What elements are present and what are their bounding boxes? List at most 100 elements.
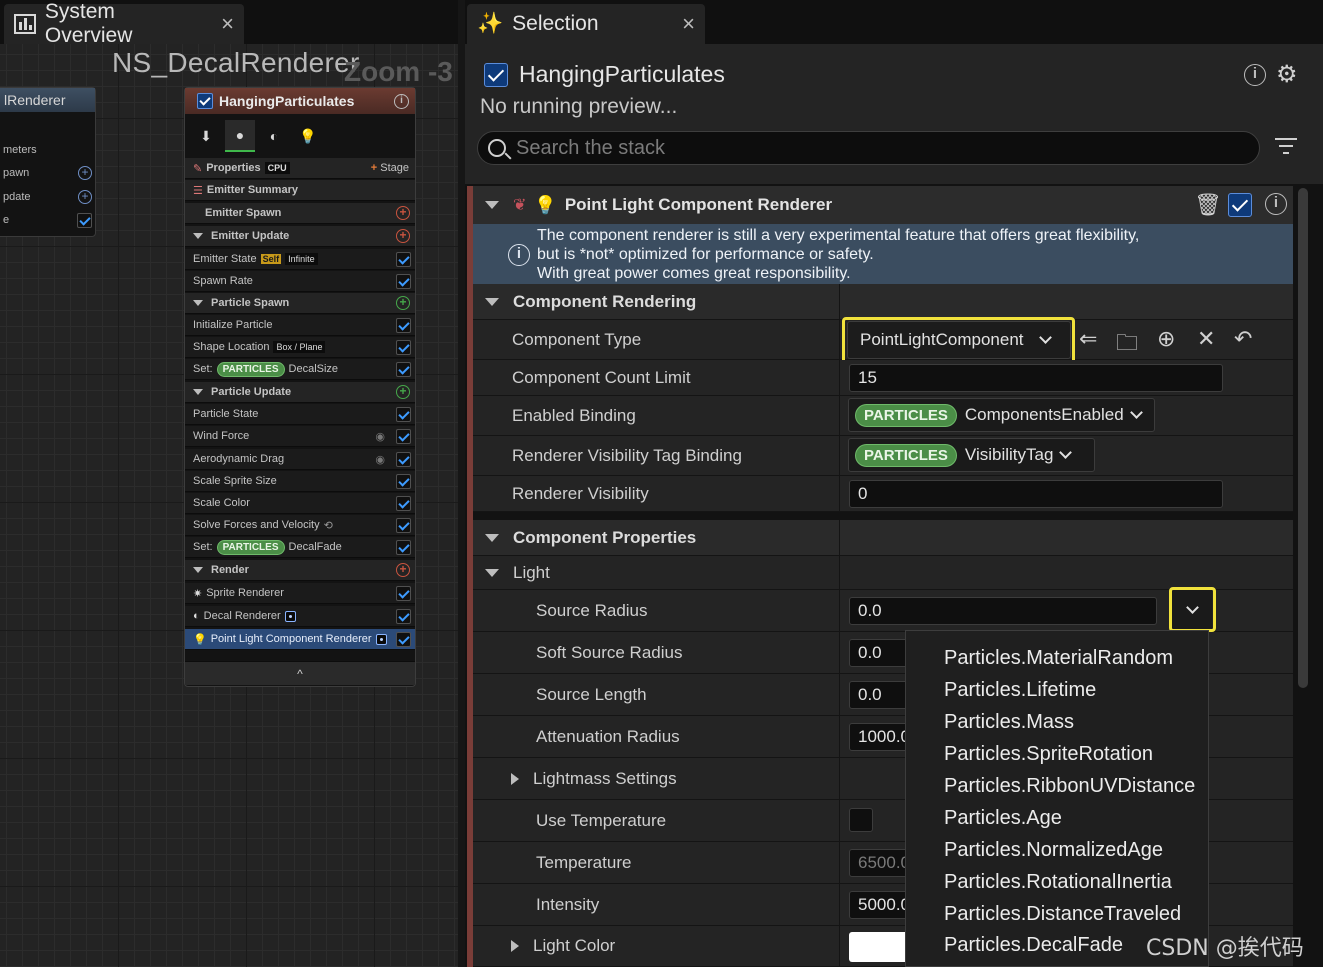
sprite-icon[interactable]: ●: [225, 120, 255, 152]
module-checkbox[interactable]: [396, 609, 411, 624]
source-length-field[interactable]: 0.0: [849, 681, 909, 709]
module-checkbox[interactable]: [396, 452, 411, 467]
graph-panel[interactable]: System Overview × NS_DecalRenderer Zoom …: [0, 0, 458, 967]
search-box[interactable]: [477, 131, 1260, 165]
emitter-summary-row[interactable]: ☰ Emitter Summary: [185, 180, 415, 201]
menu-item[interactable]: Particles.SpriteRotation: [944, 743, 1153, 766]
add-renderer-icon[interactable]: +: [396, 563, 410, 577]
module-checkbox[interactable]: [396, 252, 411, 267]
intensity-field[interactable]: 5000.0: [849, 891, 909, 919]
particle-update-row[interactable]: Particle Update +: [185, 382, 415, 403]
menu-item[interactable]: Particles.DecalFade: [944, 934, 1123, 957]
use-temperature-checkbox[interactable]: [849, 808, 873, 832]
count-limit-field[interactable]: 15: [849, 364, 1223, 392]
temperature-field[interactable]: 6500.0: [849, 849, 909, 877]
module-checkbox[interactable]: [396, 429, 411, 444]
renderer-enabled-checkbox[interactable]: [1228, 193, 1252, 217]
filter-icon[interactable]: [1275, 138, 1297, 154]
add-icon[interactable]: ⊕: [1157, 326, 1175, 352]
enabled-binding-dropdown[interactable]: PARTICLES ComponentsEnabled: [848, 398, 1155, 432]
module-row[interactable]: Aerodynamic Drag ◉: [185, 449, 415, 470]
eye-icon[interactable]: ◉: [375, 430, 385, 443]
module-row[interactable]: Scale Sprite Size: [185, 471, 415, 492]
module-checkbox[interactable]: [396, 632, 411, 647]
properties-row[interactable]: ✎ Properties CPU + Stage: [185, 158, 415, 179]
add-stage-button[interactable]: + Stage: [371, 162, 409, 174]
module-row[interactable]: Shape Location Box / Plane: [185, 337, 415, 358]
module-checkbox[interactable]: [396, 340, 411, 355]
module-row[interactable]: Initialize Particle: [185, 315, 415, 336]
module-row[interactable]: Solve Forces and Velocity ⟲: [185, 515, 415, 536]
tab-selection[interactable]: ✨ Selection ×: [467, 4, 705, 44]
section-component-properties[interactable]: Component Properties: [473, 520, 1293, 556]
module-checkbox[interactable]: [396, 407, 411, 422]
add-module-icon[interactable]: +: [396, 385, 410, 399]
light-color-swatch[interactable]: [849, 932, 909, 962]
emitter-enabled-checkbox[interactable]: [197, 93, 213, 109]
info-icon[interactable]: i: [1265, 193, 1287, 215]
menu-item[interactable]: Particles.Age: [944, 807, 1062, 830]
search-input[interactable]: [516, 136, 1216, 160]
section-component-rendering[interactable]: Component Rendering: [473, 284, 1293, 320]
light-bulb-icon[interactable]: 💡: [293, 120, 323, 152]
add-module-icon[interactable]: +: [396, 229, 410, 243]
menu-item[interactable]: Particles.Mass: [944, 711, 1074, 734]
decal-icon[interactable]: ◐: [259, 120, 289, 152]
trash-icon[interactable]: 🗑: [1194, 192, 1222, 218]
source-radius-field[interactable]: 0.0: [849, 597, 1157, 625]
soft-source-radius-field[interactable]: 0.0: [849, 639, 909, 667]
collapse-icon[interactable]: [485, 201, 499, 209]
module-checkbox[interactable]: [396, 274, 411, 289]
renderer-header[interactable]: ❦ 💡 Point Light Component Renderer: [473, 186, 1293, 224]
particle-spawn-row[interactable]: Particle Spawn +: [185, 293, 415, 314]
module-checkbox[interactable]: [396, 540, 411, 555]
reset-icon[interactable]: ↶: [1234, 326, 1252, 352]
spawn-icon[interactable]: ⬇: [191, 120, 221, 152]
eye-icon[interactable]: ◉: [375, 453, 385, 466]
add-icon[interactable]: +: [78, 166, 92, 180]
module-row[interactable]: Set: PARTICLES DecalSize: [185, 359, 415, 380]
render-row[interactable]: Render +: [185, 560, 415, 581]
gear-icon[interactable]: ⚙: [1276, 60, 1298, 89]
renderer-visibility-field[interactable]: 0: [849, 480, 1223, 508]
add-icon[interactable]: +: [78, 190, 92, 204]
module-row[interactable]: Set: PARTICLES DecalFade: [185, 537, 415, 558]
module-checkbox[interactable]: [396, 474, 411, 489]
module-checkbox[interactable]: [396, 318, 411, 333]
menu-item[interactable]: Particles.RotationalInertia: [944, 871, 1172, 894]
module-row[interactable]: Particle State: [185, 404, 415, 425]
module-row[interactable]: Spawn Rate: [185, 271, 415, 292]
attenuation-field[interactable]: 1000.0: [849, 723, 909, 751]
add-module-icon[interactable]: +: [396, 206, 410, 220]
module-row[interactable]: Emitter State Self Infinite: [185, 249, 415, 270]
renderer-row[interactable]: ✷ Sprite Renderer: [185, 583, 415, 604]
emitter-node-hanging[interactable]: HangingParticulates i ⬇ ● ◐ 💡 ✎ Properti…: [184, 87, 416, 687]
add-module-icon[interactable]: +: [396, 296, 410, 310]
renderer-row-selected[interactable]: 💡 Point Light Component Renderer: [185, 629, 415, 650]
info-icon[interactable]: i: [1244, 64, 1266, 86]
menu-item[interactable]: Particles.NormalizedAge: [944, 839, 1163, 862]
menu-item[interactable]: Particles.MaterialRandom: [944, 647, 1173, 670]
group-light[interactable]: Light: [473, 556, 1293, 590]
tab-system-overview[interactable]: System Overview ×: [4, 0, 244, 47]
node-header[interactable]: HangingParticulates i: [185, 88, 415, 114]
module-checkbox[interactable]: [396, 518, 411, 533]
emitter-enabled-checkbox[interactable]: [484, 63, 508, 87]
info-icon[interactable]: i: [394, 93, 409, 109]
clear-icon[interactable]: ✕: [1197, 326, 1215, 352]
visibility-tag-dropdown[interactable]: PARTICLES VisibilityTag: [848, 438, 1095, 472]
use-selected-icon[interactable]: ⇐: [1079, 326, 1097, 352]
module-checkbox[interactable]: [396, 362, 411, 377]
scrollbar[interactable]: [1298, 188, 1308, 688]
module-row[interactable]: Wind Force ◉: [185, 426, 415, 447]
menu-item[interactable]: Particles.RibbonUVDistance: [944, 775, 1195, 798]
close-icon[interactable]: ×: [682, 11, 695, 37]
close-icon[interactable]: ×: [221, 11, 234, 37]
enabled-checkbox[interactable]: [77, 213, 92, 228]
emitter-spawn-row[interactable]: Emitter Spawn +: [185, 203, 415, 224]
module-checkbox[interactable]: [396, 496, 411, 511]
module-row[interactable]: Scale Color: [185, 493, 415, 514]
menu-item[interactable]: Particles.DistanceTraveled: [944, 903, 1181, 926]
emitter-update-row[interactable]: Emitter Update +: [185, 226, 415, 247]
browse-folder-icon[interactable]: 🗀: [1116, 326, 1138, 364]
